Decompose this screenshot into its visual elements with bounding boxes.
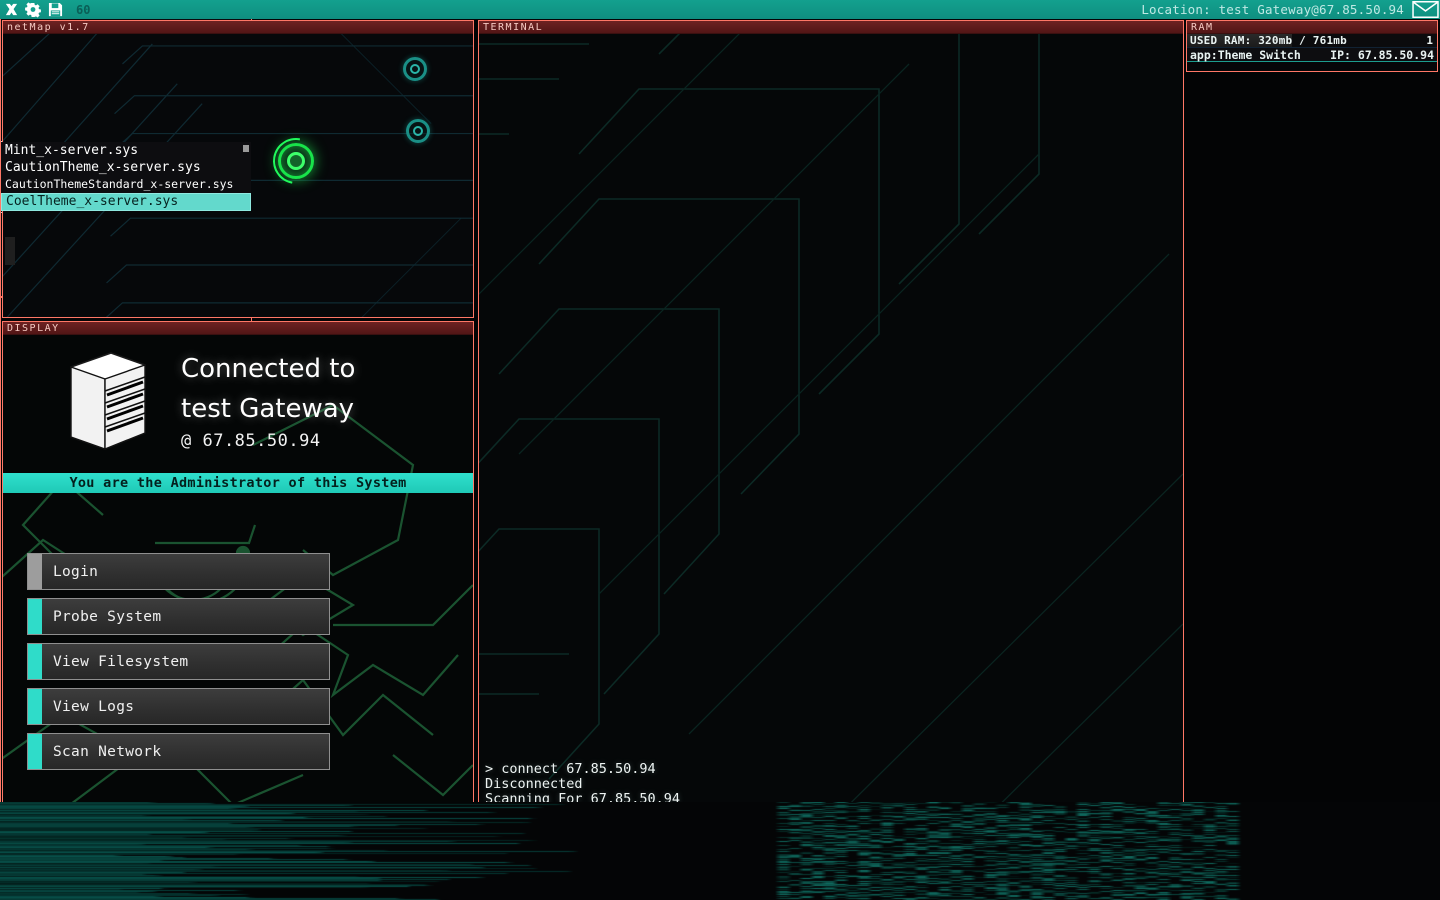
theme-file-item[interactable]: CautionThemeStandard_x-server.sys — [1, 176, 251, 193]
action-counter: 60 — [76, 3, 90, 17]
menu-button-scan-network[interactable]: Scan Network — [27, 733, 330, 770]
activate-accent-bar — [5, 237, 15, 265]
hacker-game-screen: 60 Location: test Gateway@67.85.50.94 ne… — [0, 0, 1440, 900]
terminal-body[interactable]: > connect 67.85.50.94 Disconnected Scann… — [479, 34, 1183, 897]
display-ip-label: @ 67.85.50.94 — [181, 431, 355, 451]
file-list-scrollbar-thumb[interactable] — [243, 145, 249, 152]
ram-ip-label: IP: 67.85.50.94 — [1330, 48, 1434, 62]
menu-accent-bar — [28, 599, 42, 634]
ram-process-count: 1 — [1426, 34, 1433, 48]
menu-accent-bar — [28, 689, 42, 724]
terminal-panel: TERMINAL — [478, 20, 1184, 898]
save-disk-icon[interactable] — [44, 0, 66, 19]
display-header: DISPLAY — [3, 322, 473, 335]
theme-file-item[interactable]: CoelTheme_x-server.sys — [1, 193, 251, 211]
menu-accent-bar — [28, 644, 42, 679]
menu-button-label: Login — [53, 564, 98, 580]
ram-usage-row: USED RAM: 320mb / 761mb 1 — [1187, 34, 1437, 48]
mail-envelope-icon[interactable] — [1410, 0, 1440, 19]
menu-button-probe-system[interactable]: Probe System — [27, 598, 330, 635]
top-bar: 60 Location: test Gateway@67.85.50.94 — [0, 0, 1440, 19]
terminal-header: TERMINAL — [479, 21, 1183, 34]
display-connection-summary: Connected to test Gateway @ 67.85.50.94 — [3, 335, 473, 465]
static-noise-canvas — [0, 802, 252, 820]
netmap-node-3-active[interactable] — [278, 143, 314, 179]
menu-accent-bar — [28, 734, 42, 769]
menu-button-label: Probe System — [53, 609, 161, 625]
close-icon[interactable] — [0, 0, 22, 19]
display-line-2: test Gateway — [181, 389, 355, 429]
display-text-block: Connected to test Gateway @ 67.85.50.94 — [181, 349, 355, 451]
ram-panel: RAM USED RAM: 320mb / 761mb 1 app:Theme … — [1186, 20, 1438, 72]
menu-button-label: Scan Network — [53, 744, 161, 760]
netmap-node-1[interactable] — [403, 57, 427, 81]
display-line-1: Connected to — [181, 349, 355, 389]
server-rack-icon — [53, 345, 163, 455]
menu-button-label: View Filesystem — [53, 654, 188, 670]
ram-app-row[interactable]: app:Theme Switch IP: 67.85.50.94 — [1187, 48, 1437, 62]
menu-button-label: View Logs — [53, 699, 134, 715]
ram-header: RAM — [1187, 21, 1437, 34]
netmap-header: netMap v1.7 — [3, 21, 473, 34]
settings-gear-icon[interactable] — [22, 0, 44, 19]
ram-usage-label: USED RAM: 320mb / 761mb — [1187, 34, 1347, 47]
menu-button-login[interactable]: Login — [27, 553, 330, 590]
theme-file-item[interactable]: Mint_x-server.sys — [1, 142, 251, 159]
action-menu: Login Probe System View Filesystem View Log… — [27, 553, 330, 778]
ram-body: USED RAM: 320mb / 761mb 1 app:Theme Swit… — [1187, 34, 1437, 71]
location-label: Location: test Gateway@67.85.50.94 — [1141, 2, 1410, 17]
admin-status-banner: You are the Administrator of this System — [3, 473, 473, 493]
menu-button-view-logs[interactable]: View Logs — [27, 688, 330, 725]
ram-app-label: app:Theme Switch — [1187, 48, 1301, 62]
local-theme-file-list[interactable]: Mint_x-server.sysCautionTheme_x-server.s… — [1, 142, 251, 211]
netmap-active-node-group[interactable] — [273, 138, 321, 186]
menu-button-view-filesystem[interactable]: View Filesystem — [27, 643, 330, 680]
netmap-node-2[interactable] — [406, 119, 430, 143]
menu-accent-bar — [28, 554, 42, 589]
top-bar-right: Location: test Gateway@67.85.50.94 — [1141, 0, 1440, 19]
theme-file-item[interactable]: CautionTheme_x-server.sys — [1, 159, 251, 176]
